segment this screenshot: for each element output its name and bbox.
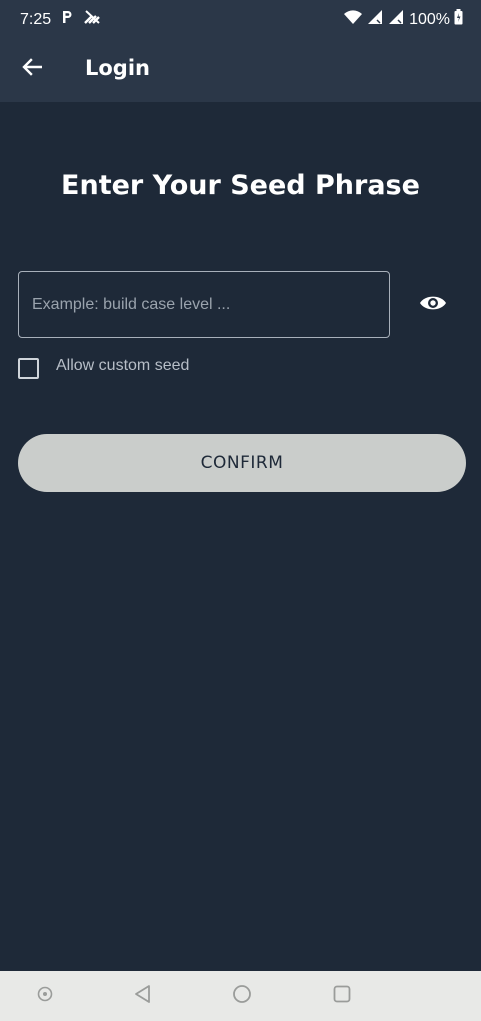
arrow-back-icon: [22, 58, 43, 80]
seed-phrase-input[interactable]: [18, 271, 390, 338]
back-icon: [133, 984, 153, 1008]
page-title: Enter Your Seed Phrase: [61, 170, 420, 201]
battery-text: 100%: [409, 10, 450, 28]
battery-icon: [454, 9, 463, 30]
assistant-icon: [36, 985, 54, 1007]
confirm-button[interactable]: CONFIRM: [18, 434, 466, 492]
status-left: 7:25: [20, 9, 101, 30]
clock: 7:25: [20, 10, 52, 28]
signal-off-icon: [83, 9, 101, 30]
app-title: Login: [85, 56, 150, 80]
toggle-visibility-button[interactable]: [414, 290, 452, 320]
parking-icon: [61, 10, 73, 29]
allow-custom-seed-label: Allow custom seed: [56, 357, 190, 374]
status-right: 100%: [343, 9, 463, 30]
recents-icon: [332, 984, 352, 1008]
cell-signal-icon: [367, 9, 384, 30]
nav-home-button[interactable]: [231, 985, 253, 1007]
cell-signal-icon-2: [388, 9, 405, 30]
eye-icon: [419, 293, 447, 317]
navigation-bar: [0, 971, 481, 1021]
nav-recents-button[interactable]: [331, 985, 353, 1007]
home-icon: [232, 984, 252, 1008]
assistant-button[interactable]: [34, 985, 56, 1007]
wifi-icon: [343, 9, 363, 30]
allow-custom-seed-checkbox[interactable]: [18, 358, 39, 379]
app-bar: Login: [0, 36, 481, 102]
status-bar: 7:25 100%: [0, 0, 481, 36]
nav-back-button[interactable]: [132, 985, 154, 1007]
back-button[interactable]: [16, 53, 48, 85]
